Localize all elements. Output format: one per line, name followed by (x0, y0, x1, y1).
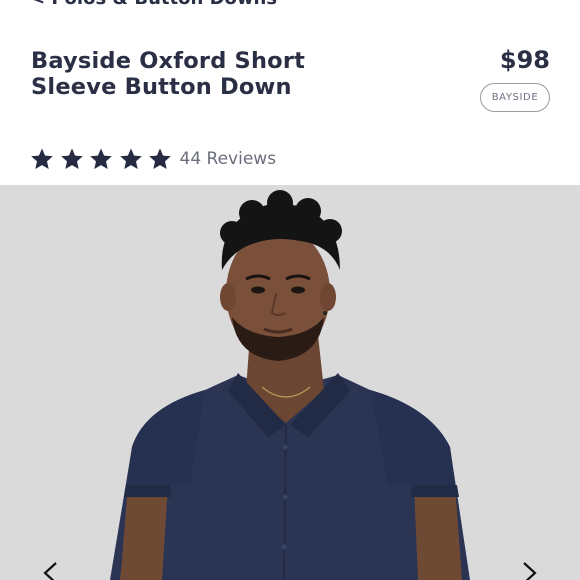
chevron-left-icon (43, 562, 57, 580)
previous-image-button[interactable] (38, 560, 64, 580)
star-icon (89, 147, 113, 171)
star-icon (60, 147, 84, 171)
product-image[interactable] (0, 185, 580, 580)
model-photo (0, 185, 580, 580)
product-title: Bayside Oxford Short Sleeve Button Down (31, 48, 306, 100)
next-image-button[interactable] (516, 560, 542, 580)
rating-row[interactable]: 44 Reviews (30, 146, 276, 172)
star-icon (119, 147, 143, 171)
star-icon (148, 147, 172, 171)
breadcrumb-link[interactable]: < Polos & Button Downs (30, 0, 277, 9)
collection-badge[interactable]: BAYSIDE (480, 83, 550, 112)
product-page: < Polos & Button Downs Bayside Oxford Sh… (0, 0, 580, 580)
reviews-count-link[interactable]: 44 Reviews (180, 149, 277, 169)
chevron-right-icon (523, 562, 537, 580)
product-price: $98 (499, 46, 550, 74)
star-icon (30, 147, 54, 171)
